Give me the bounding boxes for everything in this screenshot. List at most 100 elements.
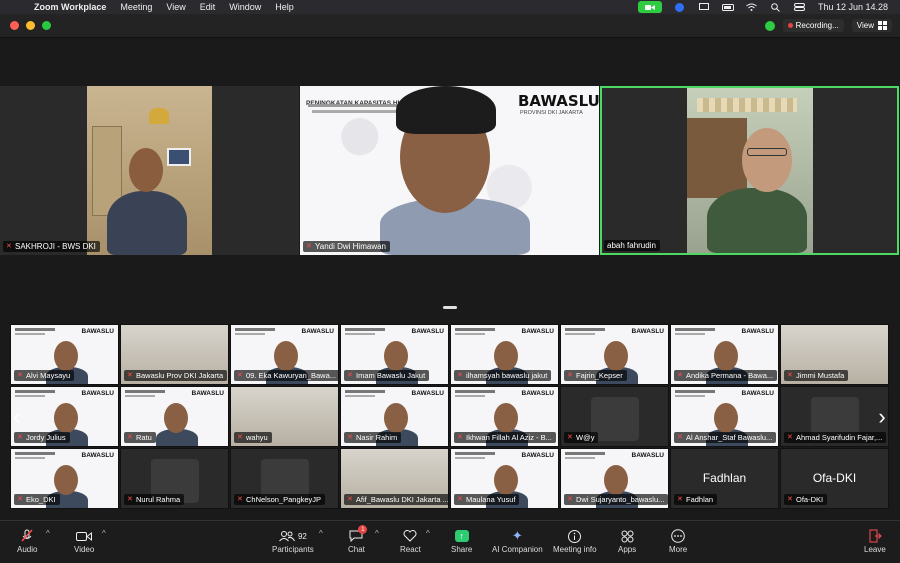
video-tile-speaker-2[interactable]: PENINGKATAN KAPASITAS HUKUM BAWASLU PROV…	[300, 86, 599, 255]
menu-window[interactable]: Window	[229, 2, 261, 12]
menu-view[interactable]: View	[166, 2, 185, 12]
menu-edit[interactable]: Edit	[200, 2, 216, 12]
person-head	[384, 403, 408, 433]
participant-name-label: ✕ ChNelson_PangkeyJP	[234, 494, 326, 505]
share-button[interactable]: ↑ Share	[451, 527, 472, 554]
participant-name: W@y	[576, 433, 595, 442]
recording-indicator[interactable]: Recording...	[782, 19, 844, 32]
meeting-info-button[interactable]: Meeting info	[553, 527, 597, 554]
video-tile-participant[interactable]: ✕ Jimmi Mustafa	[780, 324, 889, 385]
control-center-icon[interactable]	[794, 3, 806, 12]
video-tile-participant[interactable]: BAWASLU ✕ Jordy Julius	[10, 386, 119, 447]
video-tile-participant[interactable]: ✕ Afif_Bawaslu DKI Jakarta ...	[340, 448, 449, 509]
video-tile-participant[interactable]: BAWASLU ✕ 09. Eka Kawuryan_Bawa...	[230, 324, 339, 385]
video-tile-participant[interactable]: BAWASLU ✕ Maulana Yusuf	[450, 448, 559, 509]
menu-meeting[interactable]: Meeting	[120, 2, 152, 12]
video-tile-participant[interactable]: BAWASLU ✕ Ikhwan Fillah Al Aziz - B...	[450, 386, 559, 447]
video-tile-participant[interactable]: ✕ Nurul Rahma	[120, 448, 229, 509]
muted-mic-icon: ✕	[127, 372, 133, 379]
participant-name-label: ✕ Eko_DKI	[14, 494, 60, 505]
participant-count: 92	[297, 531, 307, 541]
participant-name: Ofa-DKI	[796, 495, 824, 504]
bawaslu-logo-text: BAWASLU	[631, 328, 665, 335]
wifi-icon[interactable]	[746, 3, 758, 12]
video-tile-participant[interactable]: BAWASLU ✕ Fajrin_Kepser	[560, 324, 669, 385]
participant-name-label: ✕ Jordy Julius	[14, 432, 70, 443]
video-tile-participant[interactable]: ✕ wahyu	[230, 386, 339, 447]
video-tile-participant[interactable]: BAWASLU ✕ Imam Bawaslu Jakut	[340, 324, 449, 385]
video-tile-participant[interactable]: BAWASLU ✕ Alvi Maysayu	[10, 324, 119, 385]
leave-button[interactable]: Leave	[864, 527, 886, 554]
video-tile-participant[interactable]: BAWASLU ✕ Ratu	[120, 386, 229, 447]
view-button[interactable]: View	[851, 19, 892, 32]
audio-button[interactable]: Audio	[17, 527, 37, 554]
video-tile-participant[interactable]: ✕ Bawaslu Prov DKI Jakarta	[120, 324, 229, 385]
muted-mic-icon: ✕	[237, 496, 243, 503]
close-window-button[interactable]	[10, 21, 19, 30]
search-icon[interactable]	[770, 2, 782, 12]
next-page-arrow-icon[interactable]: ›	[875, 405, 889, 429]
participants-options-chevron-icon[interactable]: ^	[319, 529, 323, 538]
video-options-chevron-icon[interactable]: ^	[102, 529, 106, 538]
participant-name: Fajrin_Kepser	[576, 371, 623, 380]
screen-mirroring-icon[interactable]	[698, 3, 710, 12]
view-label: View	[856, 21, 874, 30]
muted-mic-icon: ✕	[17, 496, 23, 503]
minimize-window-button[interactable]	[26, 21, 35, 30]
participant-name: Ikhwan Fillah Al Aziz - B...	[466, 433, 552, 442]
clock-datetime[interactable]: Thu 12 Jun 14.28	[818, 2, 888, 12]
muted-mic-icon: ✕	[237, 434, 243, 441]
virtual-background-slide: PENINGKATAN KAPASITAS HUKUM BAWASLU PROV…	[300, 86, 599, 255]
chat-options-chevron-icon[interactable]: ^	[375, 529, 379, 538]
apps-icon	[621, 527, 634, 545]
audio-options-chevron-icon[interactable]: ^	[46, 529, 50, 538]
battery-icon[interactable]	[721, 3, 734, 12]
participant-name: Eko_DKI	[26, 495, 56, 504]
video-tile-participant[interactable]: BAWASLU ✕ ilhamsyah bawaslu jakut	[450, 324, 559, 385]
video-tile-participant[interactable]: BAWASLU ✕ Nasir Rahim	[340, 386, 449, 447]
bawaslu-logo-text: BAWASLU	[741, 390, 775, 397]
video-tile-participant[interactable]: BAWASLU ✕ Dwi Sujaryanto_bawaslu...	[560, 448, 669, 509]
chat-unread-badge: 1	[358, 525, 368, 534]
video-tile-participant[interactable]: BAWASLU ✕ Eko_DKI	[10, 448, 119, 509]
video-button[interactable]: Video	[74, 527, 94, 554]
slide-title-line	[125, 390, 165, 393]
muted-mic-icon: ✕	[237, 372, 243, 379]
zoom-status-icon[interactable]	[674, 2, 686, 12]
react-button[interactable]: React	[400, 527, 421, 554]
app-menu-zoom[interactable]: Zoom Workplace	[34, 2, 106, 12]
ai-companion-label: AI Companion	[492, 545, 543, 554]
resize-handle[interactable]	[443, 306, 457, 309]
video-tile-speaker-1[interactable]: ✕ SAKHROJI - BWS DKI	[0, 86, 299, 255]
encryption-shield-icon[interactable]	[764, 20, 775, 31]
participants-button[interactable]: 92 Participants	[272, 527, 314, 554]
share-label: Share	[451, 545, 473, 554]
video-tile-participant[interactable]: ✕ W@y	[560, 386, 669, 447]
apps-label: Apps	[618, 545, 637, 554]
macos-menu-bar: Zoom Workplace Meeting View Edit Window …	[0, 0, 900, 14]
participant-name-label: ✕ Ahmad Syarifudin Fajar,...	[784, 432, 887, 443]
video-tile-speaker-3-active[interactable]: abah fahrudin	[600, 86, 899, 255]
video-tile-participant[interactable]: Fadhlan ✕ Fadhlan	[670, 448, 779, 509]
menu-help[interactable]: Help	[275, 2, 294, 12]
video-tile-participant[interactable]: BAWASLU ✕ Al Anshar_Staf Bawaslu...	[670, 386, 779, 447]
window-title-bar: Recording... View	[0, 14, 900, 38]
react-options-chevron-icon[interactable]: ^	[426, 529, 430, 538]
apps-button[interactable]: Apps	[618, 527, 636, 554]
muted-mic-icon: ✕	[787, 434, 793, 441]
bawaslu-logo-text: BAWASLU	[521, 452, 555, 459]
more-button[interactable]: More	[669, 527, 687, 554]
video-tile-participant[interactable]: ✕ Ahmad Syarifudin Fajar,...	[780, 386, 889, 447]
person-head	[54, 465, 78, 495]
video-tile-participant[interactable]: Ofa-DKI ✕ Ofa-DKI	[780, 448, 889, 509]
participant-name: Imam Bawaslu Jakut	[356, 371, 426, 380]
previous-page-arrow-icon[interactable]: ‹	[10, 405, 24, 429]
ai-companion-button[interactable]: ✦ AI Companion	[492, 527, 543, 554]
chat-button[interactable]: 1 Chat	[348, 525, 368, 554]
maximize-window-button[interactable]	[42, 21, 51, 30]
video-tile-participant[interactable]: ✕ ChNelson_PangkeyJP	[230, 448, 339, 509]
camera-in-use-icon[interactable]	[637, 1, 662, 13]
participant-name: Alvi Maysayu	[26, 371, 71, 380]
participant-display-name: Fadhlan	[702, 471, 747, 485]
video-tile-participant[interactable]: BAWASLU ✕ Andika Permana - Bawa...	[670, 324, 779, 385]
